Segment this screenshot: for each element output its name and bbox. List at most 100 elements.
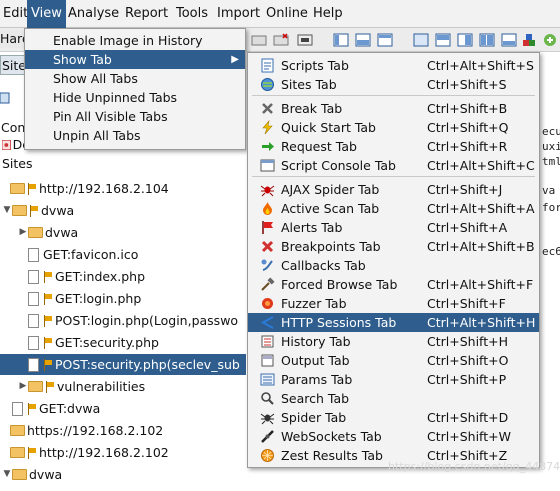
menu-item-active-scan-tab[interactable]: Active Scan Tab Ctrl+Alt+Shift+A	[248, 199, 539, 218]
tree-node[interactable]: GET:index.php	[18, 266, 145, 287]
menu-item-fuzzer-tab[interactable]: Fuzzer Tab Ctrl+Shift+F	[248, 294, 539, 313]
folder-icon	[10, 425, 25, 436]
alert-flag-icon	[262, 221, 273, 234]
menu-help[interactable]: Help	[309, 0, 347, 28]
request-text-fragment: ecu	[542, 125, 560, 138]
menu-item-break-tab[interactable]: Break Tab Ctrl+Shift+B	[248, 99, 539, 118]
menu-item-label: Search Tab	[281, 391, 350, 406]
tree-expander[interactable]: ▼	[2, 464, 12, 485]
tree-node[interactable]: GET:login.php	[18, 288, 141, 309]
folder-icon	[10, 183, 25, 194]
view-menu-item-label: Unpin All Tabs	[53, 128, 141, 143]
scripts-icon	[261, 58, 274, 73]
tree-node[interactable]: http://192.168.2.102	[0, 442, 169, 463]
tree-node[interactable]: GET:dvwa	[2, 398, 100, 419]
menu-separator	[252, 176, 535, 177]
view-menu-item[interactable]: Pin All Visible Tabs	[25, 107, 245, 126]
tree-expander[interactable]: ▶	[18, 376, 28, 397]
toolbar-icon-2[interactable]	[272, 31, 290, 49]
menu-item-label: Forced Browse Tab	[281, 277, 398, 292]
menu-item-script-console-tab[interactable]: Script Console Tab Ctrl+Alt+Shift+C	[248, 156, 539, 175]
menu-item-search-tab[interactable]: Search Tab	[248, 389, 539, 408]
menu-item-forced-browse-tab[interactable]: Forced Browse Tab Ctrl+Alt+Shift+F	[248, 275, 539, 294]
menu-item-shortcut: Ctrl+Alt+Shift+H	[427, 315, 536, 330]
menu-item-sites-tab[interactable]: Sites Tab Ctrl+Shift+S	[248, 75, 539, 94]
layout-icon-1[interactable]	[332, 31, 350, 49]
menu-item-params-tab[interactable]: Params Tab Ctrl+Shift+P	[248, 370, 539, 389]
tree-node-label: dvwa	[29, 467, 63, 482]
menu-item-request-tab[interactable]: Request Tab Ctrl+Shift+R	[248, 137, 539, 156]
menu-import[interactable]: Import	[213, 0, 264, 28]
menu-item-history-tab[interactable]: History Tab Ctrl+Shift+H	[248, 332, 539, 351]
view-menu-item[interactable]: Show All Tabs	[25, 69, 245, 88]
layout-icon-3[interactable]	[376, 31, 394, 49]
menu-item-shortcut: Ctrl+Shift+Q	[427, 120, 509, 135]
show-tab-submenu: Scripts Tab Ctrl+Alt+Shift+S Sites Tab Ctrl…	[247, 52, 540, 468]
menu-item-output-tab[interactable]: Output Tab Ctrl+Shift+O	[248, 351, 539, 370]
layout-icon-2[interactable]	[354, 31, 372, 49]
menu-item-scripts-tab[interactable]: Scripts Tab Ctrl+Alt+Shift+S	[248, 56, 539, 75]
tree-node-label: http://192.168.2.104	[39, 181, 169, 196]
tree-node[interactable]: POST:security.php(seclev_sub	[0, 354, 246, 375]
menu-item-alerts-tab[interactable]: Alerts Tab Ctrl+Shift+A	[248, 218, 539, 237]
tree-node-label: POST:login.php(Login,passwo	[55, 313, 239, 328]
spider-red-icon	[260, 185, 275, 197]
tree-node[interactable]: POST:login.php(Login,passwo	[18, 310, 238, 331]
menu-item-websockets-tab[interactable]: WebSockets Tab Ctrl+Shift+W	[248, 427, 539, 446]
view-menu-item[interactable]: Enable Image in History	[25, 31, 245, 50]
layout-icon-5[interactable]	[434, 31, 452, 49]
tree-node[interactable]: http://192.168.2.104	[0, 178, 169, 199]
puzzle-icon[interactable]	[541, 31, 559, 49]
panel-toolbar-icon[interactable]	[0, 92, 10, 104]
menu-view[interactable]: View	[27, 0, 66, 28]
layout-icon-8[interactable]	[500, 31, 518, 49]
menu-analyse[interactable]: Analyse	[64, 0, 123, 28]
menu-report[interactable]: Report	[121, 0, 172, 28]
search-icon	[261, 392, 274, 405]
menu-tools[interactable]: Tools	[172, 0, 212, 28]
menu-item-quick-start-tab[interactable]: Quick Start Tab Ctrl+Shift+Q	[248, 118, 539, 137]
sites-root-node[interactable]: Sites	[0, 154, 50, 173]
view-menu-item[interactable]: Unpin All Tabs	[25, 126, 245, 145]
menu-item-breakpoints-tab[interactable]: Breakpoints Tab Ctrl+Alt+Shift+B	[248, 237, 539, 256]
menu-item-callbacks-tab[interactable]: Callbacks Tab	[248, 256, 539, 275]
menu-item-shortcut: Ctrl+Alt+Shift+C	[427, 158, 535, 173]
request-text-fragment: tml	[542, 155, 560, 168]
tree-expander[interactable]: ▶	[18, 222, 28, 243]
menu-item-shortcut: Ctrl+Shift+S	[427, 77, 507, 92]
addons-icon[interactable]	[520, 31, 538, 49]
layout-icon-4[interactable]	[412, 31, 430, 49]
tree-node[interactable]: ▶ dvwa	[18, 222, 79, 243]
menu-item-http-sessions-tab[interactable]: HTTP Sessions Tab Ctrl+Alt+Shift+H	[248, 313, 539, 332]
tree-node[interactable]: https://192.168.2.102	[0, 420, 163, 441]
view-menu: Enable Image in History Show Tab ▶ Show All…	[24, 28, 246, 150]
menu-item-spider-tab[interactable]: Spider Tab Ctrl+Shift+D	[248, 408, 539, 427]
layout-icon-6[interactable]	[456, 31, 474, 49]
menu-item-label: Params Tab	[281, 372, 353, 387]
tree-node[interactable]: GET:favicon.ico	[18, 244, 138, 265]
tree-node[interactable]: ▼ dvwa	[2, 200, 75, 221]
tree-node[interactable]: ▶ vulnerabilities	[18, 376, 146, 397]
flag-icon	[29, 204, 38, 217]
flag-icon	[27, 402, 36, 415]
view-menu-item[interactable]: Hide Unpinned Tabs	[25, 88, 245, 107]
tree-node[interactable]: GET:security.php	[18, 332, 159, 353]
view-menu-item[interactable]: Show Tab ▶	[25, 50, 245, 69]
flag-icon	[43, 314, 52, 327]
toolbar-icon-3[interactable]	[296, 31, 314, 49]
menu-item-ajax-spider-tab[interactable]: AJAX Spider Tab Ctrl+Shift+J	[248, 180, 539, 199]
fuzzer-icon	[262, 298, 273, 309]
menu-separator	[252, 95, 535, 96]
toolbar-icon-1[interactable]	[250, 31, 268, 49]
menu-item-shortcut: Ctrl+Alt+Shift+F	[427, 277, 534, 292]
zap-window: Edit View Analyse Report Tools Import Online He…	[0, 0, 560, 491]
tree-expander[interactable]: ▼	[2, 200, 12, 221]
menu-item-shortcut: Ctrl+Shift+F	[427, 296, 506, 311]
menu-item-label: Zest Results Tab	[281, 448, 383, 463]
context-icon	[2, 139, 11, 150]
layout-icon-7[interactable]	[478, 31, 496, 49]
tree-node[interactable]: ▼ dvwa	[2, 464, 63, 485]
folder-icon	[28, 227, 43, 238]
menu-online[interactable]: Online	[262, 0, 312, 28]
history-icon	[261, 335, 274, 348]
